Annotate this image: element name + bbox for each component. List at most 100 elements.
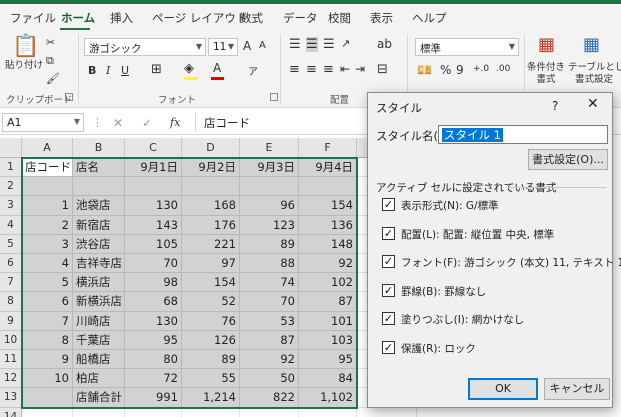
- font-size-combo[interactable]: 11 ▼: [208, 38, 238, 56]
- cell-f1[interactable]: 9月4日: [299, 158, 357, 178]
- cell-b7[interactable]: 横浜店: [73, 273, 125, 293]
- border-icon[interactable]: ⊞: [151, 62, 162, 77]
- row-header[interactable]: 14: [0, 407, 22, 417]
- row-header[interactable]: 10: [0, 330, 22, 350]
- paste-button[interactable]: 貼り付け: [4, 60, 44, 72]
- align-bottom-icon[interactable]: ☰: [323, 37, 335, 52]
- align-middle-icon[interactable]: ☰: [306, 37, 318, 52]
- tab-view[interactable]: 表示: [370, 10, 393, 26]
- checkbox[interactable]: ✓: [382, 198, 395, 211]
- accounting-format-icon[interactable]: 💴: [417, 63, 432, 77]
- conditional-formatting-label-2[interactable]: 書式: [527, 74, 565, 86]
- cell-e9[interactable]: 53: [240, 311, 299, 331]
- tab-page-layout[interactable]: ページ レイアウト: [152, 10, 247, 26]
- increase-indent-icon[interactable]: ⇥: [355, 62, 365, 76]
- column-header-d[interactable]: D: [182, 138, 240, 158]
- cell-f12[interactable]: 84: [299, 369, 357, 389]
- cell-d2[interactable]: [182, 177, 240, 197]
- cell-d5[interactable]: 221: [182, 234, 240, 254]
- cell-c11[interactable]: 80: [125, 350, 182, 370]
- cell-e7[interactable]: 74: [240, 273, 299, 293]
- cell-d11[interactable]: 89: [182, 350, 240, 370]
- cell-b11[interactable]: 船橋店: [73, 350, 125, 370]
- cell-a4[interactable]: 2: [22, 215, 73, 235]
- tab-data[interactable]: データ: [283, 10, 318, 26]
- row-header[interactable]: 6: [0, 254, 22, 274]
- shrink-font-button[interactable]: A: [259, 40, 266, 51]
- cell-e8[interactable]: 70: [240, 292, 299, 312]
- merge-center-icon[interactable]: ⊟: [377, 62, 388, 77]
- cell-d1[interactable]: 9月2日: [182, 158, 240, 178]
- row-header[interactable]: 3: [0, 196, 22, 216]
- row-header[interactable]: 11: [0, 350, 22, 370]
- cell-d12[interactable]: 55: [182, 369, 240, 389]
- cell-e1[interactable]: 9月3日: [240, 158, 299, 178]
- conditional-formatting-icon[interactable]: ▦: [538, 34, 555, 55]
- select-all-corner[interactable]: [0, 138, 22, 158]
- cell-c9[interactable]: 130: [125, 311, 182, 331]
- cell-f6[interactable]: 92: [299, 254, 357, 274]
- cell-b1[interactable]: 店名: [73, 158, 125, 178]
- confirm-entry-icon[interactable]: ✓: [142, 116, 152, 130]
- cell-c2[interactable]: [125, 177, 182, 197]
- help-icon[interactable]: ?: [552, 99, 558, 113]
- cell-a14[interactable]: [22, 407, 73, 417]
- cell-f2[interactable]: [299, 177, 357, 197]
- cell-d7[interactable]: 154: [182, 273, 240, 293]
- cell-f7[interactable]: 102: [299, 273, 357, 293]
- cell-b8[interactable]: 新横浜店: [73, 292, 125, 312]
- column-header-c[interactable]: C: [125, 138, 182, 158]
- decrease-indent-icon[interactable]: ⇤: [340, 62, 350, 76]
- row-header[interactable]: 12: [0, 369, 22, 389]
- row-header[interactable]: 9: [0, 311, 22, 331]
- tab-file[interactable]: ファイル: [10, 10, 56, 26]
- cell-b3[interactable]: 池袋店: [73, 196, 125, 216]
- cell-e12[interactable]: 50: [240, 369, 299, 389]
- copy-icon[interactable]: ⧉: [46, 54, 54, 68]
- insert-function-button[interactable]: fx: [170, 116, 180, 129]
- cell-d10[interactable]: 126: [182, 330, 240, 350]
- cell-c5[interactable]: 105: [125, 234, 182, 254]
- cell-d4[interactable]: 176: [182, 215, 240, 235]
- cell-a9[interactable]: 7: [22, 311, 73, 331]
- name-box[interactable]: A1 ▼: [2, 113, 84, 132]
- font-name-combo[interactable]: 游ゴシック ▼: [84, 38, 206, 56]
- underline-button[interactable]: U: [121, 64, 129, 77]
- style-name-input[interactable]: スタイル 1: [438, 125, 608, 144]
- align-top-icon[interactable]: ☰: [289, 37, 301, 52]
- format-as-table-label[interactable]: テーブルとして: [568, 62, 621, 74]
- grow-font-button[interactable]: A: [243, 39, 251, 53]
- cut-icon[interactable]: ✂: [46, 36, 55, 49]
- tab-review[interactable]: 校閲: [328, 10, 351, 26]
- align-left-icon[interactable]: ≡: [289, 62, 300, 77]
- row-header[interactable]: 13: [0, 388, 22, 408]
- cell-f4[interactable]: 136: [299, 215, 357, 235]
- checkbox[interactable]: ✓: [382, 255, 395, 268]
- row-header[interactable]: 1: [0, 158, 22, 178]
- checkbox[interactable]: ✓: [382, 341, 395, 354]
- cell-f3[interactable]: 154: [299, 196, 357, 216]
- cell-d13[interactable]: 1,214: [182, 388, 240, 408]
- cell-d8[interactable]: 52: [182, 292, 240, 312]
- cell-a7[interactable]: 5: [22, 273, 73, 293]
- cancel-entry-icon[interactable]: ✕: [113, 116, 123, 130]
- cell-b5[interactable]: 渋谷店: [73, 234, 125, 254]
- cell-e2[interactable]: [240, 177, 299, 197]
- checkbox[interactable]: ✓: [382, 284, 395, 297]
- cell-a5[interactable]: 3: [22, 234, 73, 254]
- cell-f11[interactable]: 95: [299, 350, 357, 370]
- column-header-a[interactable]: A: [22, 138, 73, 158]
- tab-home[interactable]: ホーム: [61, 10, 95, 26]
- row-header[interactable]: 8: [0, 292, 22, 312]
- align-center-icon[interactable]: ≡: [306, 62, 317, 77]
- row-header[interactable]: 7: [0, 273, 22, 293]
- clipboard-launcher-icon[interactable]: [65, 93, 73, 101]
- checkbox[interactable]: ✓: [382, 312, 395, 325]
- wrap-text-icon[interactable]: ab: [377, 37, 392, 51]
- percent-style-button[interactable]: %: [440, 63, 451, 77]
- font-launcher-icon[interactable]: [270, 93, 278, 101]
- cell-c7[interactable]: 98: [125, 273, 182, 293]
- cell-d3[interactable]: 168: [182, 196, 240, 216]
- cell-c3[interactable]: 130: [125, 196, 182, 216]
- format-settings-button[interactable]: 書式設定(O)...: [528, 149, 608, 170]
